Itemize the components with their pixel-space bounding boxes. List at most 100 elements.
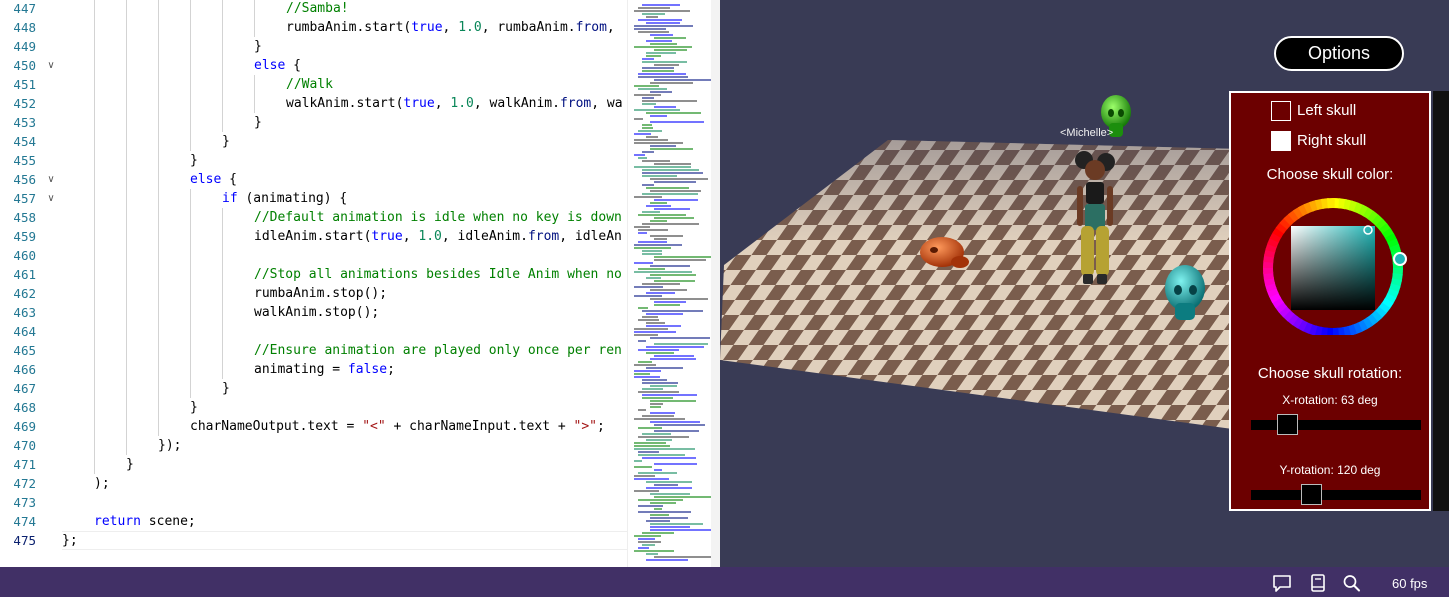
editor-scrollbar[interactable] bbox=[711, 0, 720, 567]
line-number: 475 bbox=[13, 533, 36, 548]
x-rotation-label: X-rotation: 63 deg bbox=[1282, 393, 1378, 407]
line-number: 466 bbox=[13, 362, 36, 377]
line-number: 452 bbox=[13, 96, 36, 111]
line-number: 455 bbox=[13, 153, 36, 168]
code-line[interactable]: animating = false; bbox=[254, 360, 395, 379]
code-token: from bbox=[575, 20, 607, 35]
indent-guide bbox=[190, 189, 191, 398]
indent-guide bbox=[190, 0, 191, 151]
code-token: } bbox=[254, 115, 262, 130]
code-token: walkAnim.stop(); bbox=[254, 305, 380, 320]
code-line[interactable]: } bbox=[222, 379, 230, 398]
code-line[interactable]: //Samba! bbox=[286, 0, 349, 18]
code-area[interactable]: //Samba! rumbaAnim.start(true, 1.0, rumba… bbox=[62, 0, 627, 567]
code-editor[interactable]: 447 448 449 450 ∨ 451 452 453 454 455 456 ∨ 457 ∨ 458 4… bbox=[0, 0, 720, 567]
code-line[interactable]: walkAnim.start(true, 1.0, walkAnim.from,… bbox=[286, 94, 623, 113]
indent-guide bbox=[158, 0, 159, 436]
y-rotation-thumb[interactable] bbox=[1301, 484, 1322, 505]
code-line[interactable]: ); bbox=[94, 474, 110, 493]
line-number: 454 bbox=[13, 134, 36, 149]
fold-chevron-icon[interactable]: ∨ bbox=[44, 56, 58, 75]
code-line[interactable]: rumbaAnim.stop(); bbox=[254, 284, 387, 303]
code-token: "<" bbox=[362, 419, 386, 434]
line-number: 453 bbox=[13, 115, 36, 130]
code-line[interactable]: } bbox=[254, 37, 262, 56]
code-token: false bbox=[347, 362, 388, 377]
x-rotation-thumb[interactable] bbox=[1277, 414, 1298, 435]
code-token: 1.0 bbox=[418, 229, 442, 244]
code-line[interactable]: }); bbox=[158, 436, 181, 455]
indent-guide bbox=[94, 0, 95, 474]
code-token: true bbox=[411, 20, 443, 35]
x-rotation-slider[interactable] bbox=[1251, 414, 1421, 435]
code-line[interactable]: //Default animation is idle when no key … bbox=[254, 208, 622, 227]
code-token: , wa bbox=[591, 96, 623, 111]
hue-handle[interactable] bbox=[1393, 252, 1407, 266]
code-token: //Default animation is idle when no key … bbox=[254, 210, 622, 225]
line-number: 459 bbox=[13, 229, 36, 244]
code-line[interactable]: //Walk bbox=[286, 75, 333, 94]
right-skull-label: Right skull bbox=[1297, 132, 1367, 149]
line-number: 463 bbox=[13, 305, 36, 320]
right-skull-checkbox[interactable] bbox=[1271, 131, 1291, 151]
fold-chevron-icon[interactable]: ∨ bbox=[44, 189, 58, 208]
code-line[interactable]: idleAnim.start(true, 1.0, idleAnim.from,… bbox=[254, 227, 622, 246]
fps-counter: 60 fps bbox=[1392, 576, 1428, 591]
code-line[interactable]: } bbox=[126, 455, 134, 474]
code-line[interactable]: }; bbox=[62, 531, 78, 550]
book-icon[interactable] bbox=[1308, 574, 1328, 592]
code-token: (animating) { bbox=[237, 191, 348, 206]
code-token: } bbox=[190, 400, 198, 415]
code-line[interactable]: walkAnim.stop(); bbox=[254, 303, 379, 322]
line-number: 474 bbox=[13, 514, 36, 529]
code-line[interactable]: charNameOutput.text = "<" + charNameInpu… bbox=[190, 417, 605, 436]
line-number: 470 bbox=[13, 438, 36, 453]
code-token: , idleAn bbox=[559, 229, 622, 244]
y-rotation-slider[interactable] bbox=[1251, 484, 1421, 505]
code-token: } bbox=[254, 39, 262, 54]
line-number: 469 bbox=[13, 419, 36, 434]
skull-color-picker[interactable] bbox=[1258, 197, 1408, 335]
indent-guide bbox=[222, 0, 223, 132]
code-token: rumbaAnim.start( bbox=[286, 20, 412, 35]
playground-window: 447 448 449 450 ∨ 451 452 453 454 455 456 ∨ 457 ∨ 458 4… bbox=[0, 0, 1449, 597]
indent-guide bbox=[222, 208, 223, 379]
code-line[interactable]: } bbox=[222, 132, 230, 151]
indent-guide bbox=[254, 0, 255, 37]
code-token: , bbox=[402, 229, 419, 244]
code-line[interactable]: } bbox=[190, 151, 198, 170]
line-number: 465 bbox=[13, 343, 36, 358]
code-token: , bbox=[442, 20, 459, 35]
code-token: ; bbox=[597, 419, 605, 434]
search-icon[interactable] bbox=[1342, 574, 1362, 592]
code-minimap[interactable] bbox=[627, 0, 720, 567]
current-line-highlight bbox=[62, 531, 627, 550]
code-token: , bbox=[606, 20, 615, 35]
indent-guide bbox=[126, 0, 127, 455]
status-bar: 60 fps bbox=[0, 567, 1449, 597]
comment-icon[interactable] bbox=[1272, 574, 1292, 592]
code-token: 1.0 bbox=[458, 20, 482, 35]
line-number: 456 bbox=[13, 172, 36, 187]
line-number: 464 bbox=[13, 324, 36, 339]
code-line[interactable]: else { bbox=[254, 56, 301, 75]
code-line[interactable]: //Ensure animation are played only once … bbox=[254, 341, 622, 360]
line-number: 448 bbox=[13, 20, 36, 35]
code-token: from bbox=[527, 229, 560, 244]
code-line[interactable]: rumbaAnim.start(true, 1.0, rumbaAnim.fro… bbox=[286, 18, 615, 37]
line-number-gutter: 447 448 449 450 ∨ 451 452 453 454 455 456 ∨ 457 ∨ 458 4… bbox=[0, 0, 62, 567]
left-skull-checkbox[interactable] bbox=[1271, 101, 1291, 121]
code-token: , idleAnim. bbox=[441, 229, 528, 244]
code-line[interactable]: //Stop all animations besides Idle Anim … bbox=[254, 265, 622, 284]
options-button[interactable]: Options bbox=[1274, 36, 1404, 71]
code-line[interactable]: else { bbox=[190, 170, 237, 189]
code-line[interactable]: if (animating) { bbox=[222, 189, 347, 208]
code-line[interactable]: } bbox=[190, 398, 198, 417]
fold-chevron-icon[interactable]: ∨ bbox=[44, 170, 58, 189]
code-line[interactable]: } bbox=[254, 113, 262, 132]
code-token: idleAnim.start( bbox=[254, 229, 372, 244]
code-line[interactable]: return scene; bbox=[94, 512, 196, 531]
render-canvas[interactable]: <Michelle> Options Left skull Right skul… bbox=[720, 0, 1449, 567]
code-token: 1.0 bbox=[450, 96, 474, 111]
code-token: rumbaAnim.stop(); bbox=[254, 286, 388, 301]
